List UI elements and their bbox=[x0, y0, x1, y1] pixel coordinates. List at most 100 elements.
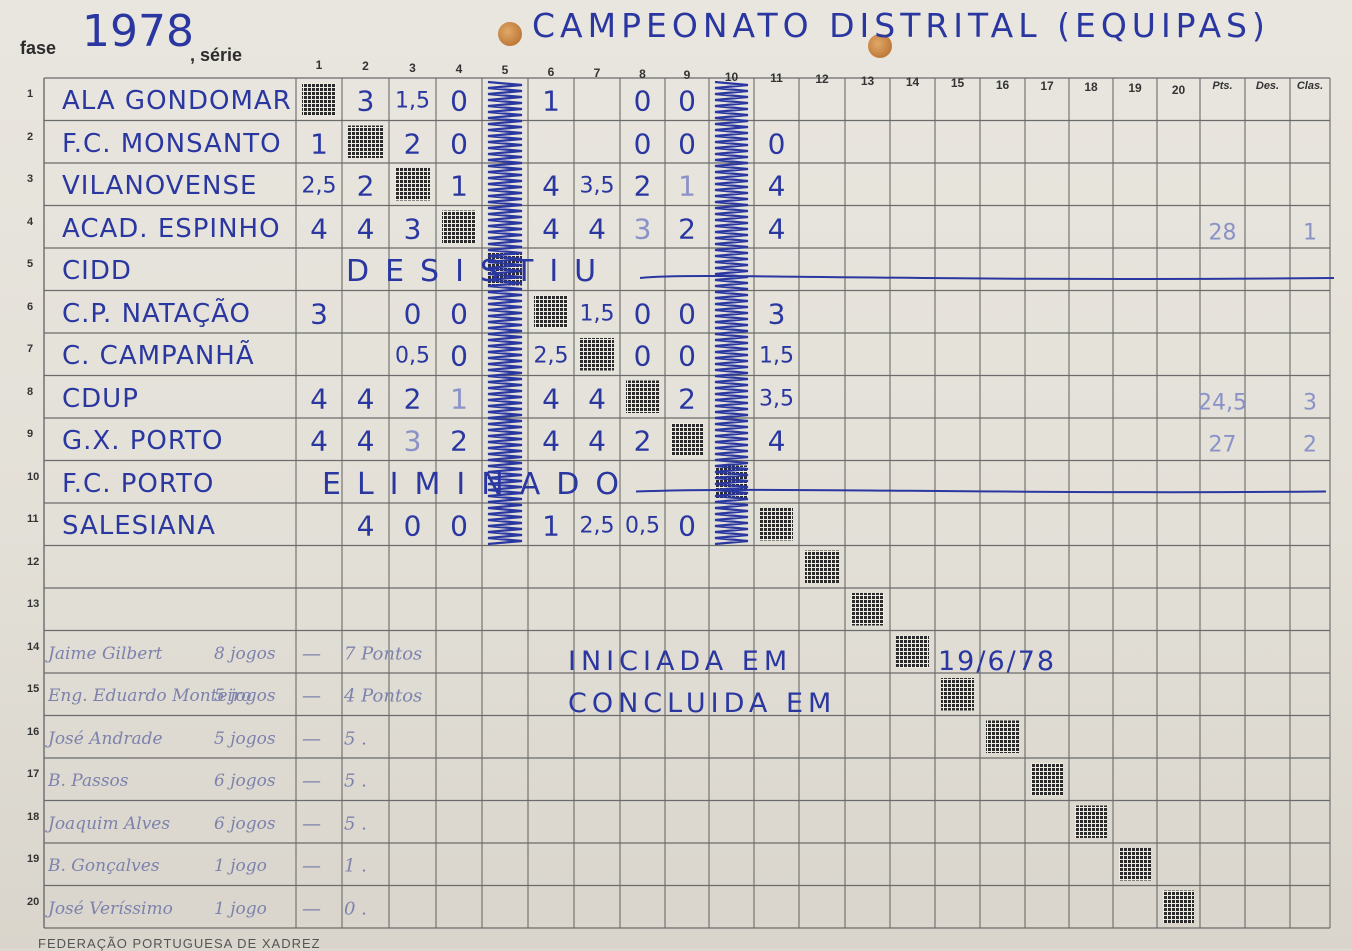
column-number: 3 bbox=[409, 60, 416, 75]
scorer-points: 0 . bbox=[344, 898, 367, 920]
scorer-dash: — bbox=[302, 770, 321, 793]
diagonal-blocked-cell bbox=[805, 550, 839, 583]
score-cell: 0 bbox=[678, 339, 696, 373]
team-name: F.C. PORTO bbox=[62, 468, 215, 499]
score-cell: 0 bbox=[767, 127, 786, 161]
diagonal-blocked-cell bbox=[941, 678, 974, 711]
score-cell: 4 bbox=[310, 424, 328, 458]
row-number: 16 bbox=[27, 725, 40, 738]
scorer-dash: — bbox=[302, 642, 321, 665]
score-cell: 1,5 bbox=[395, 88, 430, 114]
score-cell: 2 bbox=[678, 382, 696, 416]
team-note: ELIMINADO bbox=[322, 466, 635, 502]
scorer-games: 1 jogo bbox=[214, 898, 267, 919]
column-number: 11 bbox=[770, 71, 783, 85]
row-number: 6 bbox=[27, 300, 34, 313]
row-number: 10 bbox=[27, 470, 40, 483]
score-cell: 2,5 bbox=[301, 173, 337, 199]
row-number: 14 bbox=[27, 640, 40, 653]
score-cell: 3 bbox=[767, 297, 786, 331]
score-cell: 1 bbox=[310, 127, 328, 161]
score-cell: 3 bbox=[356, 84, 375, 118]
team-name: ACAD. ESPINHO bbox=[62, 213, 281, 244]
score-cell: 0 bbox=[403, 297, 422, 331]
diagonal-blocked-cell bbox=[896, 635, 929, 668]
row-number: 18 bbox=[27, 810, 40, 823]
score-cell: 2,5 bbox=[579, 513, 615, 539]
diagonal-blocked-cell bbox=[760, 508, 793, 541]
score-cell: 2 bbox=[403, 382, 422, 416]
team-name: C. CAMPANHÃ bbox=[62, 341, 255, 372]
score-cell: 0 bbox=[450, 84, 468, 118]
score-cell: 0 bbox=[633, 297, 652, 331]
score-cell: 4 bbox=[310, 212, 328, 246]
team-name: F.C. MONSANTO bbox=[62, 128, 282, 159]
scorer-games: 1 jogo bbox=[214, 856, 267, 877]
scorer-games: 8 jogos bbox=[214, 643, 276, 664]
scorer-name: Joaquim Alves bbox=[48, 813, 171, 834]
score-cell: 4 bbox=[356, 212, 375, 246]
diagonal-blocked-cell bbox=[348, 125, 383, 158]
column-number: 2 bbox=[362, 59, 369, 74]
score-cell: 1 bbox=[450, 382, 468, 416]
scorer-dash: — bbox=[302, 812, 321, 835]
score-cell: 0 bbox=[678, 84, 696, 118]
scorer-name: B. Gonçalves bbox=[48, 856, 160, 877]
column-number: 1 bbox=[315, 58, 323, 72]
scorer-name: Jaime Gilbert bbox=[48, 643, 163, 664]
score-cell: 4 bbox=[542, 382, 560, 416]
column-number: 13 bbox=[860, 73, 875, 88]
score-cell: 4 bbox=[588, 424, 606, 458]
score-cell: 3 bbox=[403, 212, 422, 246]
score-cell: 0 bbox=[633, 339, 652, 373]
row-number: 7 bbox=[27, 343, 34, 355]
diagonal-blocked-cell bbox=[302, 83, 336, 116]
team-name: SALESIANA bbox=[62, 511, 216, 542]
column-number: 8 bbox=[639, 67, 646, 82]
team-name: VILANOVENSE bbox=[62, 171, 258, 202]
column-number: 18 bbox=[1084, 80, 1098, 95]
scorer-points: 5 . bbox=[344, 770, 367, 792]
scorer-name: José Veríssimo bbox=[48, 898, 173, 919]
diagonal-blocked-cell bbox=[671, 423, 703, 456]
score-cell: 4 bbox=[767, 424, 786, 458]
score-cell: 3 bbox=[310, 297, 328, 331]
scorer-name: B. Passos bbox=[48, 771, 129, 792]
points-total: 28 bbox=[1208, 220, 1237, 246]
diagonal-blocked-cell bbox=[626, 380, 659, 413]
row-number: 1 bbox=[27, 88, 34, 100]
column-header-clas: Clas. bbox=[1296, 80, 1324, 92]
diagonal-blocked-cell bbox=[534, 295, 568, 328]
points-total: 27 bbox=[1208, 432, 1237, 458]
row-number: 15 bbox=[27, 683, 40, 695]
classification: 3 bbox=[1303, 390, 1317, 416]
row-number: 12 bbox=[27, 555, 40, 568]
row-number: 11 bbox=[27, 513, 39, 525]
row-number: 20 bbox=[27, 895, 40, 908]
column-number: 19 bbox=[1128, 81, 1142, 96]
score-cell: 2,5 bbox=[533, 343, 569, 369]
row-number: 9 bbox=[27, 428, 34, 440]
diagonal-blocked-cell bbox=[1119, 848, 1151, 881]
scorer-dash: — bbox=[302, 727, 321, 750]
score-cell: 2 bbox=[678, 212, 696, 246]
team-name: G.X. PORTO bbox=[62, 426, 224, 457]
score-cell: 4 bbox=[356, 424, 375, 458]
score-cell: 4 bbox=[356, 509, 375, 543]
started-label: INICIADA EM bbox=[568, 646, 793, 677]
column-number: 12 bbox=[815, 72, 829, 87]
score-cell: 4 bbox=[356, 382, 375, 416]
score-cell: 4 bbox=[588, 382, 606, 416]
score-cell: 2 bbox=[403, 127, 422, 161]
score-cell: 0 bbox=[450, 127, 468, 161]
score-cell: 0 bbox=[678, 509, 696, 543]
score-cell: 0 bbox=[633, 84, 652, 118]
score-cell: 0 bbox=[450, 509, 468, 543]
scorer-games: 5 jogos bbox=[214, 728, 276, 749]
diagonal-blocked-cell bbox=[1031, 763, 1063, 796]
score-cell: 2 bbox=[633, 424, 652, 458]
score-cell: 2 bbox=[450, 424, 468, 458]
row-number: 17 bbox=[27, 768, 40, 780]
score-cell: 0 bbox=[450, 297, 468, 331]
score-cell: 2 bbox=[356, 169, 375, 203]
